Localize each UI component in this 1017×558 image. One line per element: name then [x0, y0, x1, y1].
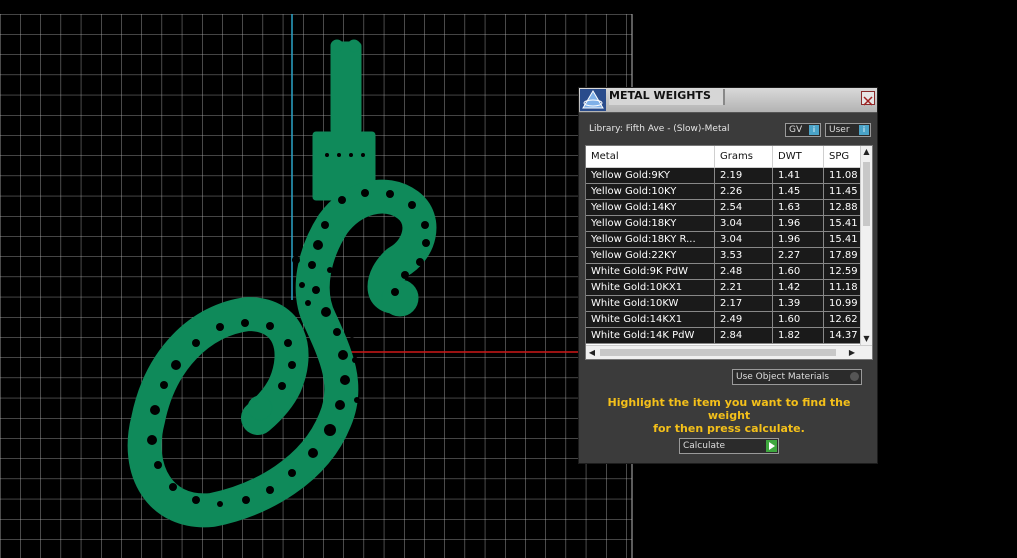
user-button-label: User — [829, 125, 850, 135]
table-cell: 1.60 — [772, 311, 824, 328]
library-label: Library: Fifth Ave - (Slow)-Metal — [589, 124, 730, 134]
column-header[interactable]: Grams — [714, 146, 773, 168]
table-cell: 3.04 — [714, 231, 773, 248]
hint-text: Highlight the item you want to find the … — [589, 396, 869, 435]
table-row[interactable]: White Gold:14K PdW 2.84 1.82 14.37 — [586, 327, 871, 344]
table-row[interactable]: White Gold:10KW 2.17 1.39 10.99 — [586, 295, 871, 312]
table-cell: 1.42 — [772, 279, 824, 296]
info-icon: i — [809, 125, 819, 135]
table-row[interactable]: White Gold:10KX1 2.21 1.42 11.18 — [586, 279, 871, 296]
table-cell: Yellow Gold:22KY — [586, 247, 715, 264]
table-cell: 3.04 — [714, 215, 773, 232]
play-icon — [766, 440, 777, 452]
table-cell: 1.96 — [772, 231, 824, 248]
table-cell: 3.53 — [714, 247, 773, 264]
user-button[interactable]: User i — [825, 123, 871, 137]
table-row[interactable]: Yellow Gold:10KY 2.26 1.45 11.45 — [586, 183, 871, 200]
hint-line-2: for then press calculate. — [653, 422, 805, 435]
dialog-title: METAL WEIGHTS — [609, 89, 725, 105]
table-cell: 1.45 — [772, 183, 824, 200]
table-cell: 2.49 — [714, 311, 773, 328]
horizontal-scrollbar[interactable]: ◀ ▶ — [586, 345, 872, 359]
metal-table[interactable]: Metal Grams DWT SPG Yellow Gold:9KY 2.19 1.41… — [585, 145, 873, 360]
column-header[interactable]: DWT — [772, 146, 824, 168]
table-cell: 2.54 — [714, 199, 773, 216]
dialog-titlebar[interactable]: METAL WEIGHTS — [579, 88, 877, 113]
table-row[interactable]: Yellow Gold:9KY 2.19 1.41 11.08 — [586, 167, 871, 184]
table-cell: 2.19 — [714, 167, 773, 184]
scroll-right-icon[interactable]: ▶ — [846, 346, 858, 359]
table-header: Metal Grams DWT SPG — [586, 146, 871, 168]
column-header[interactable]: Metal — [586, 146, 715, 168]
table-row[interactable]: Yellow Gold:18KY R... 3.04 1.96 15.41 — [586, 231, 871, 248]
table-row[interactable]: White Gold:14KX1 2.49 1.60 12.62 — [586, 311, 871, 328]
hint-line-1: Highlight the item you want to find the … — [607, 396, 851, 422]
app-logo-icon — [580, 89, 606, 111]
table-row[interactable]: Yellow Gold:18KY 3.04 1.96 15.41 — [586, 215, 871, 232]
use-object-materials-label: Use Object Materials — [736, 372, 830, 382]
scroll-left-icon[interactable]: ◀ — [586, 346, 598, 359]
table-cell: Yellow Gold:9KY — [586, 167, 715, 184]
metal-weights-dialog: METAL WEIGHTS Library: Fifth Ave - (Slow… — [578, 87, 878, 464]
gv-button-label: GV — [789, 125, 803, 135]
table-cell: White Gold:10KX1 — [586, 279, 715, 296]
table-cell: 2.17 — [714, 295, 773, 312]
info-icon: i — [859, 125, 869, 135]
table-row[interactable]: White Gold:9K PdW 2.48 1.60 12.59 — [586, 263, 871, 280]
table-cell: Yellow Gold:10KY — [586, 183, 715, 200]
table-row[interactable]: Yellow Gold:22KY 3.53 2.27 17.89 — [586, 247, 871, 264]
table-cell: White Gold:14K PdW — [586, 327, 715, 344]
table-cell: 2.48 — [714, 263, 773, 280]
scroll-thumb[interactable] — [863, 162, 870, 226]
table-cell: Yellow Gold:18KY — [586, 215, 715, 232]
table-cell: 1.41 — [772, 167, 824, 184]
table-cell: 2.26 — [714, 183, 773, 200]
scroll-up-icon[interactable]: ▲ — [861, 146, 872, 158]
close-icon[interactable] — [861, 91, 875, 106]
vertical-scrollbar[interactable]: ▲ ▼ — [860, 146, 872, 345]
scroll-thumb-horizontal[interactable] — [600, 349, 836, 356]
table-cell: 1.63 — [772, 199, 824, 216]
table-cell: Yellow Gold:18KY R... — [586, 231, 715, 248]
calculate-button-label: Calculate — [683, 441, 726, 451]
table-cell: 1.39 — [772, 295, 824, 312]
calculate-button[interactable]: Calculate — [679, 438, 779, 454]
dropdown-icon — [850, 372, 859, 381]
table-row[interactable]: Yellow Gold:14KY 2.54 1.63 12.88 — [586, 199, 871, 216]
gv-button[interactable]: GV i — [785, 123, 821, 137]
table-cell: White Gold:10KW — [586, 295, 715, 312]
table-cell: 1.96 — [772, 215, 824, 232]
table-cell: 2.21 — [714, 279, 773, 296]
scroll-down-icon[interactable]: ▼ — [861, 333, 872, 345]
use-object-materials-dropdown[interactable]: Use Object Materials — [732, 369, 862, 385]
table-cell: 1.60 — [772, 263, 824, 280]
table-cell: 2.84 — [714, 327, 773, 344]
table-cell: 2.27 — [772, 247, 824, 264]
table-cell: White Gold:14KX1 — [586, 311, 715, 328]
table-cell: 1.82 — [772, 327, 824, 344]
table-cell: Yellow Gold:14KY — [586, 199, 715, 216]
table-cell: White Gold:9K PdW — [586, 263, 715, 280]
